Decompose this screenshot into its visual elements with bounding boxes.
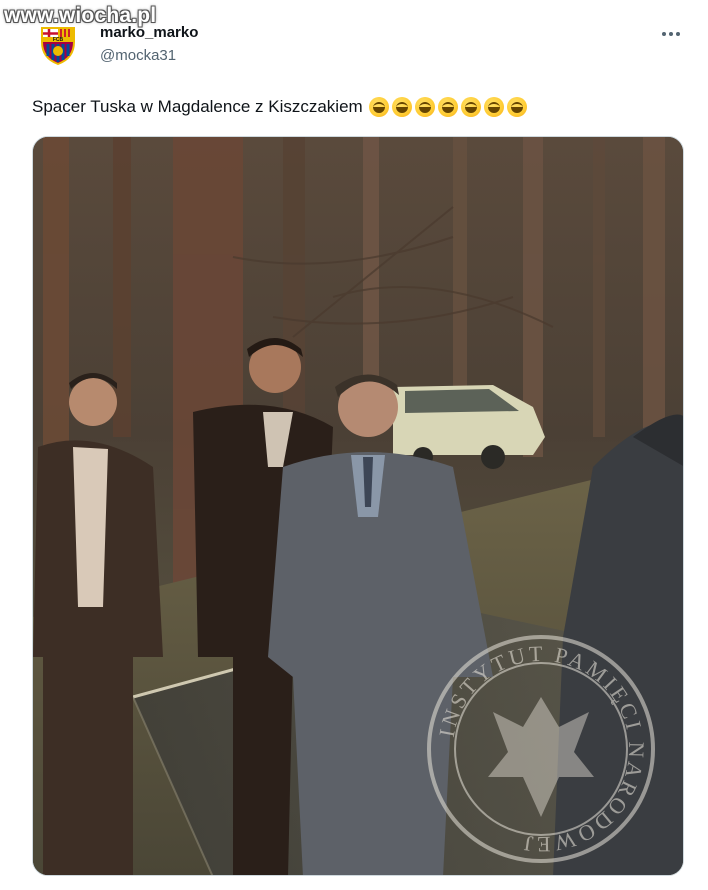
svg-text:FCB: FCB xyxy=(53,37,64,43)
grinning-face-emoji-icon xyxy=(414,97,435,117)
grinning-face-emoji-icon xyxy=(391,97,412,117)
tweet-header: FCB marko_marko @mocka31 xyxy=(34,20,686,80)
tweet-text: Spacer Tuska w Magdalence z Kiszczakiem xyxy=(32,96,530,118)
more-options-button[interactable] xyxy=(656,22,686,46)
more-dots-icon xyxy=(662,32,666,36)
author-handle[interactable]: @mocka31 xyxy=(100,46,198,66)
grinning-face-emoji-icon xyxy=(506,97,527,117)
grinning-face-emoji-icon xyxy=(483,97,504,117)
emoji-row xyxy=(368,97,530,117)
site-watermark: www.wiocha.pl xyxy=(4,4,157,27)
video-still-image: INSTYTUT PAMIĘCI NARODOWEJ xyxy=(33,137,683,875)
grinning-squinting-emoji-icon xyxy=(437,97,458,117)
tweet-media-video[interactable]: INSTYTUT PAMIĘCI NARODOWEJ xyxy=(32,136,684,876)
grinning-face-emoji-icon xyxy=(368,97,389,117)
grinning-squinting-emoji-icon xyxy=(460,97,481,117)
tweet-text-content: Spacer Tuska w Magdalence z Kiszczakiem xyxy=(32,97,363,116)
